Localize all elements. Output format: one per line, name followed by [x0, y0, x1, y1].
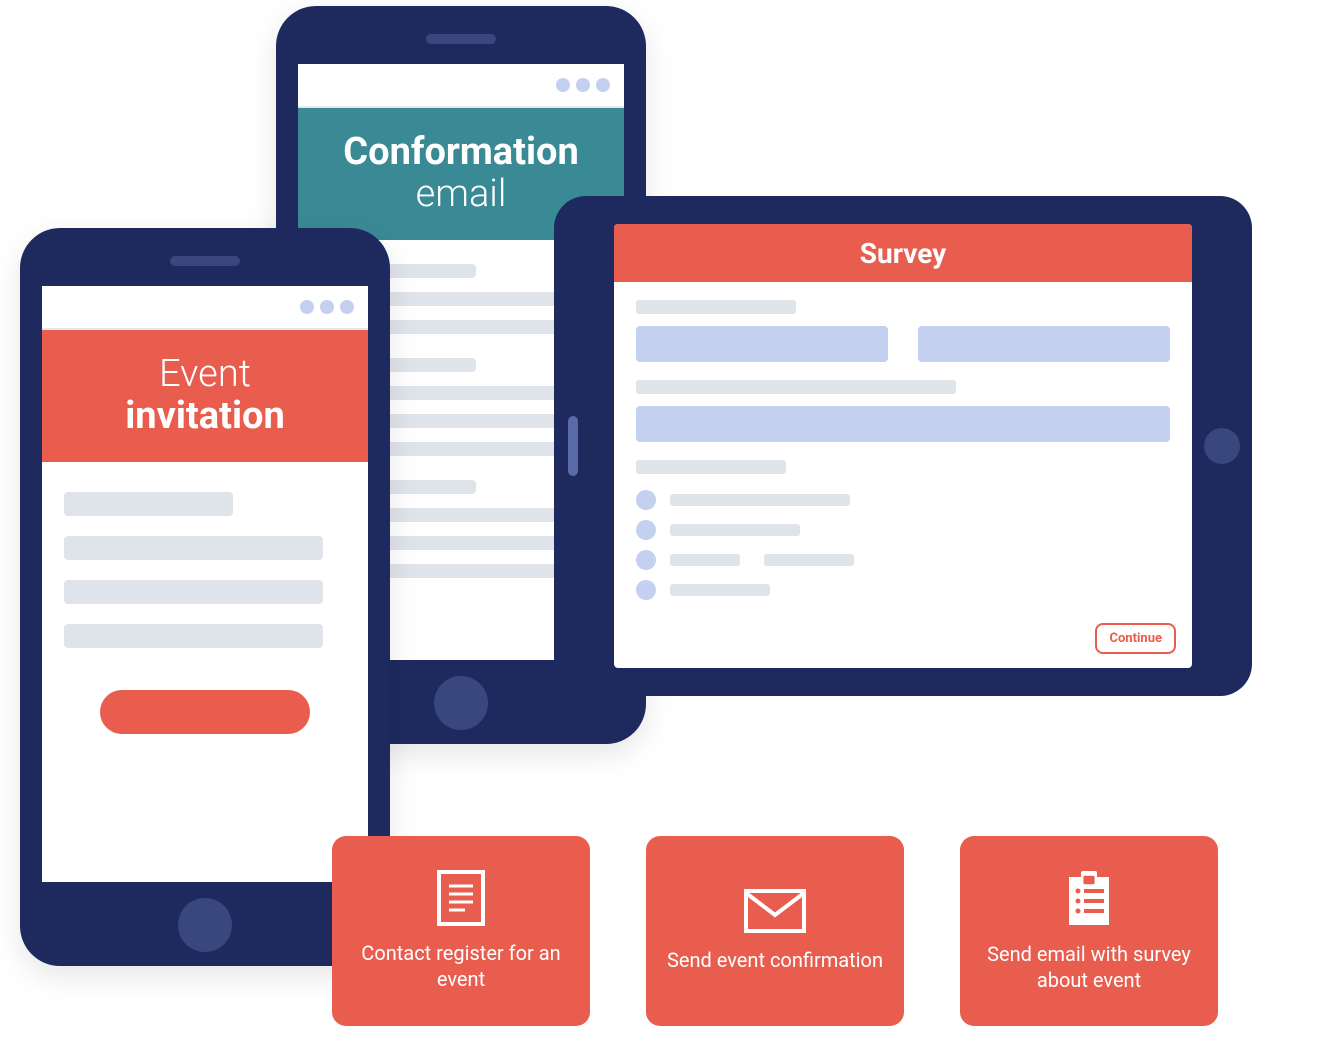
placeholder-line: [64, 580, 323, 604]
placeholder-line: [670, 494, 850, 506]
radio-option[interactable]: [636, 520, 1170, 540]
browser-window-controls-icon: [300, 300, 354, 314]
survey-header: Survey: [614, 224, 1192, 282]
placeholder-line: [64, 536, 323, 560]
tablet-side-button-icon: [568, 416, 578, 476]
step-card-confirmation: Send event confirmation: [646, 836, 904, 1026]
placeholder-line: [670, 554, 740, 566]
placeholder-line: [636, 380, 956, 394]
continue-button-label: Continue: [1109, 631, 1162, 646]
tablet-survey: Survey: [554, 196, 1252, 696]
browser-window-controls-icon: [556, 78, 610, 92]
step-label: Contact register for an event: [348, 940, 574, 992]
phone-speaker: [426, 34, 496, 44]
input-row: [636, 326, 1170, 362]
radio-icon: [636, 580, 656, 600]
flow-connector: [590, 930, 646, 933]
radio-icon: [636, 520, 656, 540]
step-card-survey: Send email with survey about event: [960, 836, 1218, 1026]
invitation-header: Event invitation: [42, 330, 368, 462]
placeholder-line: [636, 300, 796, 314]
phone-speaker: [170, 256, 240, 266]
placeholder-line: [64, 624, 323, 648]
step-label: Send event confirmation: [667, 947, 883, 973]
workflow-steps: Contact register for an event Send event…: [332, 836, 1218, 1026]
survey-body: Continue: [614, 282, 1192, 668]
step-card-register: Contact register for an event: [332, 836, 590, 1026]
step-label: Send email with survey about event: [976, 941, 1202, 993]
invitation-title-line2: invitation: [42, 396, 368, 438]
diagram-stage: Conformation email Survey: [0, 0, 1328, 1057]
flow-connector: [904, 930, 960, 933]
placeholder-line: [64, 492, 233, 516]
placeholder-body: [42, 462, 368, 648]
radio-option[interactable]: [636, 490, 1170, 510]
placeholder-line: [670, 524, 800, 536]
phone-screen: Event invitation: [42, 286, 368, 882]
home-button-icon: [178, 898, 232, 952]
continue-button[interactable]: Continue: [1095, 623, 1176, 654]
browser-bar: [298, 64, 624, 108]
tablet-screen: Survey: [614, 224, 1192, 668]
clipboard-icon: [1065, 869, 1113, 927]
radio-icon: [636, 490, 656, 510]
browser-bar: [42, 286, 368, 330]
invitation-cta-button[interactable]: [100, 690, 310, 734]
radio-option[interactable]: [636, 550, 1170, 570]
document-icon: [437, 870, 485, 926]
placeholder-line: [636, 460, 786, 474]
confirmation-title-line1: Conformation: [298, 132, 624, 174]
envelope-icon: [744, 889, 806, 933]
placeholder-line: [670, 584, 770, 596]
text-input-placeholder[interactable]: [918, 326, 1170, 362]
radio-icon: [636, 550, 656, 570]
tablet-home-button-icon: [1204, 428, 1240, 464]
home-button-icon: [434, 676, 488, 730]
text-input-placeholder[interactable]: [636, 326, 888, 362]
survey-title: Survey: [860, 237, 946, 270]
placeholder-line: [764, 554, 854, 566]
text-input-placeholder[interactable]: [636, 406, 1170, 442]
invitation-title-line1: Event: [42, 354, 368, 396]
radio-option[interactable]: [636, 580, 1170, 600]
